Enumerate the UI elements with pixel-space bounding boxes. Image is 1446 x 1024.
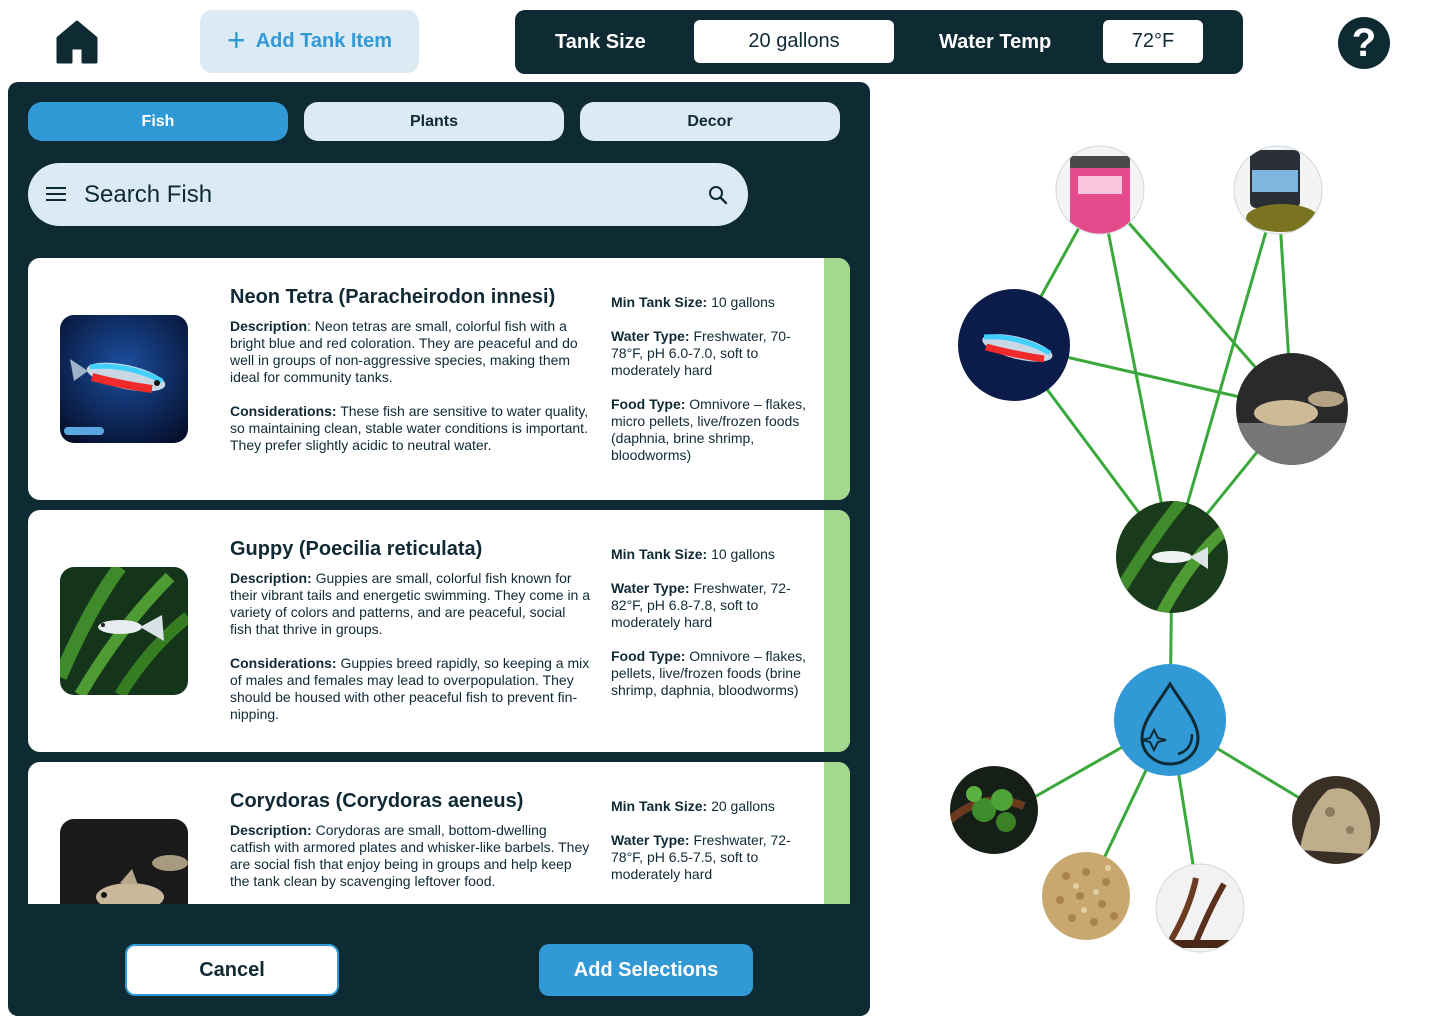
fish-title: Corydoras (Corydoras aeneus): [230, 790, 524, 812]
fish-specs-block: Min Tank Size: 20 gallons Water Type: Fr…: [611, 798, 821, 900]
selection-panel: Fish Plants Decor Search Fish Neon Tetra…: [8, 82, 870, 1016]
tab-plants[interactable]: Plants: [304, 102, 564, 141]
sinking-pellets-food-icon[interactable]: [1233, 145, 1323, 235]
add-tank-item-button[interactable]: + Add Tank Item: [200, 10, 419, 73]
add-tank-item-label: Add Tank Item: [255, 30, 392, 52]
menu-icon[interactable]: [46, 186, 66, 202]
selected-indicator: [824, 258, 850, 500]
min-tank-label: Min Tank Size:: [611, 294, 708, 310]
fish-description-block: Description: Neon tetras are small, colo…: [230, 318, 590, 471]
rock-icon[interactable]: [1292, 776, 1380, 864]
tank-size-label: Tank Size: [555, 31, 646, 53]
fish-card-corydoras[interactable]: Corydoras (Corydoras aeneus) Description…: [28, 762, 850, 904]
tank-compatibility-graph: [950, 145, 1380, 953]
corydoras-icon[interactable]: [1236, 353, 1348, 465]
help-icon[interactable]: ?: [1338, 17, 1390, 69]
tank-size-input[interactable]: [694, 20, 894, 63]
water-type-label: Water Type:: [611, 832, 690, 848]
fish-list: Neon Tetra (Paracheirodon innesi) Descri…: [8, 252, 870, 904]
selected-indicator: [824, 762, 850, 904]
guppy-image: [60, 567, 188, 695]
search-icon[interactable]: [708, 185, 728, 205]
bloodworms-food-icon[interactable]: [1055, 145, 1145, 235]
tank-settings-bar: Tank Size Water Temp: [515, 10, 1243, 74]
neon-tetra-icon[interactable]: [958, 289, 1070, 401]
fish-card-neon-tetra[interactable]: Neon Tetra (Paracheirodon innesi) Descri…: [28, 258, 850, 500]
add-selections-button[interactable]: Add Selections: [539, 944, 753, 996]
guppy-icon[interactable]: [1116, 501, 1228, 613]
water-type-label: Water Type:: [611, 580, 690, 596]
tab-decor[interactable]: Decor: [580, 102, 840, 141]
fish-card-guppy[interactable]: Guppy (Poecilia reticulata) Description:…: [28, 510, 850, 752]
corydoras-image: [60, 819, 188, 904]
search-input[interactable]: [84, 171, 684, 218]
food-type-label: Food Type:: [611, 648, 686, 664]
tab-fish[interactable]: Fish: [28, 102, 288, 141]
neon-tetra-image: [60, 315, 188, 443]
fish-title: Guppy (Poecilia reticulata): [230, 538, 483, 560]
plant-icon[interactable]: [950, 766, 1038, 854]
description-label: Description:: [230, 822, 312, 838]
min-tank-value: 20 gallons: [707, 798, 775, 814]
plus-icon: +: [227, 21, 246, 58]
water-temp-input[interactable]: [1103, 20, 1203, 63]
driftwood-icon[interactable]: [1155, 863, 1245, 953]
min-tank-value: 10 gallons: [707, 546, 775, 562]
min-tank-value: 10 gallons: [707, 294, 775, 310]
cancel-button[interactable]: Cancel: [125, 944, 339, 996]
water-type-label: Water Type:: [611, 328, 690, 344]
fish-title: Neon Tetra (Paracheirodon innesi): [230, 286, 556, 308]
fish-specs-block: Min Tank Size: 10 gallons Water Type: Fr…: [611, 294, 821, 481]
min-tank-label: Min Tank Size:: [611, 798, 708, 814]
description-label: Description:: [230, 570, 312, 586]
search-bar: [28, 163, 748, 226]
selected-indicator: [824, 510, 850, 752]
considerations-label: Considerations:: [230, 655, 337, 671]
food-type-label: Food Type:: [611, 396, 686, 412]
description-label: Description: [230, 318, 308, 334]
considerations-label: Considerations:: [230, 403, 337, 419]
min-tank-label: Min Tank Size:: [611, 546, 708, 562]
gravel-icon[interactable]: [1042, 852, 1130, 940]
home-icon[interactable]: [56, 20, 98, 64]
fish-description-block: Description: Corydoras are small, bottom…: [230, 822, 590, 904]
water-drop-icon[interactable]: [1114, 664, 1226, 776]
water-temp-label: Water Temp: [939, 31, 1052, 53]
fish-description-block: Description: Guppies are small, colorful…: [230, 570, 590, 740]
fish-specs-block: Min Tank Size: 10 gallons Water Type: Fr…: [611, 546, 821, 716]
